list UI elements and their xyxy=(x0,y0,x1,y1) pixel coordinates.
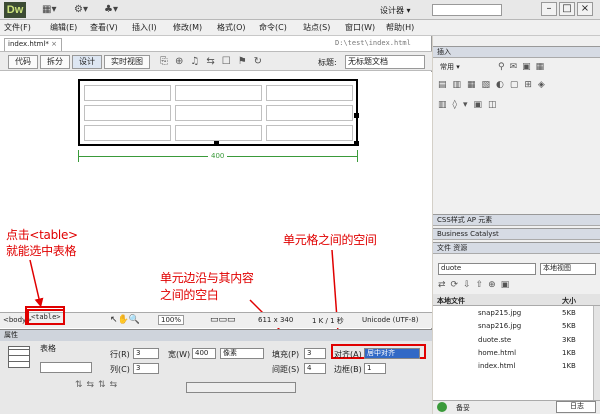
file-name: snap215.jpg xyxy=(478,309,522,317)
connect-icon xyxy=(437,402,447,412)
file-size: 1KB xyxy=(562,362,576,370)
border-input[interactable]: 1 xyxy=(364,363,386,374)
properties-panel: 属性 表格 行(R) 3 列(C) 3 宽(W) 400 像素 填充(P) 3 … xyxy=(0,329,432,414)
file-row[interactable]: snap216.jpg xyxy=(478,322,521,330)
align-select[interactable]: 居中对齐 xyxy=(364,348,420,359)
log-button[interactable]: 日志 xyxy=(556,401,596,413)
file-name: duote.ste xyxy=(478,336,512,344)
table-id-select[interactable] xyxy=(40,362,92,373)
window-size[interactable]: 611 x 340 xyxy=(258,316,293,324)
padding-label: 填充(P) xyxy=(272,350,300,359)
zoom-select[interactable]: 100% xyxy=(158,315,185,325)
bc-panel-header[interactable]: Business Catalyst xyxy=(433,228,600,240)
ap-tab[interactable]: AP 元素 xyxy=(467,216,492,224)
select-tool-icons[interactable]: ↖✋🔍 xyxy=(110,315,140,325)
table-icon xyxy=(8,346,30,368)
css-tab[interactable]: CSS样式 xyxy=(437,216,465,224)
insert-category-label: 常用 xyxy=(440,63,454,71)
css-panel-header[interactable]: CSS样式 AP 元素 xyxy=(433,214,600,226)
col-local-files[interactable]: 本地文件 xyxy=(437,296,465,306)
background-image-input[interactable] xyxy=(186,382,296,393)
files-toolbar-icons[interactable]: ⇄⟳⇩⇧⊕▣ xyxy=(438,280,514,290)
site-select[interactable]: duote xyxy=(438,263,536,275)
file-name: index.html xyxy=(478,362,516,370)
file-row[interactable]: snap215.jpg xyxy=(478,309,521,317)
border-label: 边框(B) xyxy=(334,365,362,374)
file-size: 1KB xyxy=(562,349,576,357)
cols-input[interactable]: 3 xyxy=(133,363,159,374)
file-size: 5KB xyxy=(562,322,576,330)
width-unit-select[interactable]: 像素 xyxy=(220,348,264,359)
window-size-icons[interactable]: ▭▭▭ xyxy=(210,315,236,325)
file-name: snap216.jpg xyxy=(478,322,522,330)
align-label: 对齐(A) xyxy=(334,350,362,359)
files-tab[interactable]: 文件 xyxy=(437,244,451,252)
encoding: Unicode (UTF-8) xyxy=(362,316,419,324)
files-scrollbar[interactable] xyxy=(593,306,600,400)
rows-label: 行(R) xyxy=(110,350,130,359)
files-panel-header[interactable]: 文件 资源 xyxy=(433,242,600,254)
insert-category-select[interactable]: 常用 ▾ xyxy=(438,63,488,74)
table-tag-highlight xyxy=(25,306,65,325)
insert-icons-row-2[interactable]: ▤▥▦▧◐▢⊞◈ xyxy=(438,80,551,90)
rows-input[interactable]: 3 xyxy=(133,348,159,359)
width-input[interactable]: 400 xyxy=(192,348,216,359)
insert-icons-row-1[interactable]: ⚲✉▣▦ xyxy=(498,62,549,72)
file-size: 1 K / 1 秒 xyxy=(312,317,344,325)
file-name: home.html xyxy=(478,349,517,357)
spacing-input[interactable]: 4 xyxy=(304,363,326,374)
file-row[interactable]: home.html xyxy=(478,349,516,357)
file-row[interactable]: duote.ste xyxy=(478,336,511,344)
cols-label: 列(C) xyxy=(110,365,130,374)
file-size: 5KB xyxy=(562,309,576,317)
spacing-label: 间距(S) xyxy=(272,365,300,374)
padding-input[interactable]: 3 xyxy=(304,348,326,359)
view-name: 本地视图 xyxy=(543,264,571,272)
ready-label: 备妥 xyxy=(456,404,470,412)
properties-header: 属性 xyxy=(0,330,432,341)
assets-tab[interactable]: 资源 xyxy=(453,244,467,252)
file-row[interactable]: index.html xyxy=(478,362,515,370)
file-size: 3KB xyxy=(562,336,576,344)
width-label: 宽(W) xyxy=(168,350,191,359)
site-name: duote xyxy=(441,264,462,272)
table-label: 表格 xyxy=(40,344,56,353)
col-size[interactable]: 大小 xyxy=(562,296,576,306)
table-tool-icons[interactable]: ⇅⇆⇅⇆ xyxy=(75,380,121,390)
insert-panel-header[interactable]: 插入 xyxy=(433,46,600,58)
insert-icons-row-3[interactable]: ▥◊▾▣◫ xyxy=(438,100,502,110)
view-select[interactable]: 本地视图 xyxy=(540,263,596,275)
